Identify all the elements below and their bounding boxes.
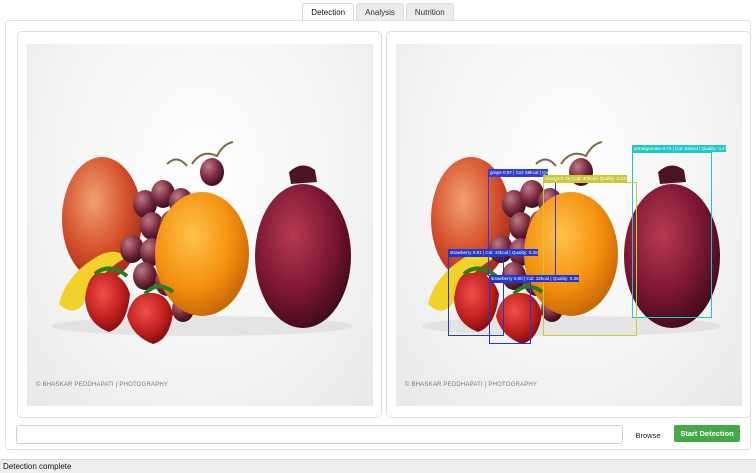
detection-box-orange: [543, 182, 637, 336]
image-credit: © BHASKAR PEDDHAPATI | PHOTOGRAPHY: [405, 382, 538, 388]
detection-box-strawberry: [489, 282, 531, 344]
original-image-panel: © BHASKAR PEDDHAPATI | PHOTOGRAPHY: [17, 31, 382, 418]
start-detection-button[interactable]: Start Detection: [674, 425, 740, 442]
detection-label-grape: grape 0.57 | Cal: 69kcal | Qua: [488, 169, 548, 176]
detection-label-orange: orange 0.78 | Cal: 47kcal | Quality: 0.5…: [543, 175, 627, 182]
image-path-input[interactable]: [16, 425, 623, 444]
detection-tab-content: © BHASKAR PEDDHAPATI | PHOTOGRAPHY pomeg…: [5, 20, 751, 450]
fruit-photo-graphic: [52, 141, 352, 344]
detection-label-strawberry: strawberry 0.81 | Cal: 32kcal | Quality:…: [448, 249, 538, 256]
result-image-panel: pomegranate 0.73 | Cal: 83kcal | Quality…: [386, 31, 751, 418]
browse-button[interactable]: Browse: [629, 427, 667, 443]
original-image: © BHASKAR PEDDHAPATI | PHOTOGRAPHY: [27, 44, 373, 406]
detection-label-pomegranate: pomegranate 0.73 | Cal: 83kcal | Quality…: [632, 145, 728, 152]
detection-box-pomegranate: [632, 152, 712, 318]
annotated-image: pomegranate 0.73 | Cal: 83kcal | Quality…: [396, 44, 742, 406]
detection-label-strawberry: strawberry 0.80 | Cal: 32kcal | Quality:…: [489, 275, 579, 282]
status-bar: Detection complete: [0, 459, 756, 473]
image-credit: © BHASKAR PEDDHAPATI | PHOTOGRAPHY: [36, 382, 169, 388]
detection-controls: Browse Start Detection: [16, 425, 740, 445]
